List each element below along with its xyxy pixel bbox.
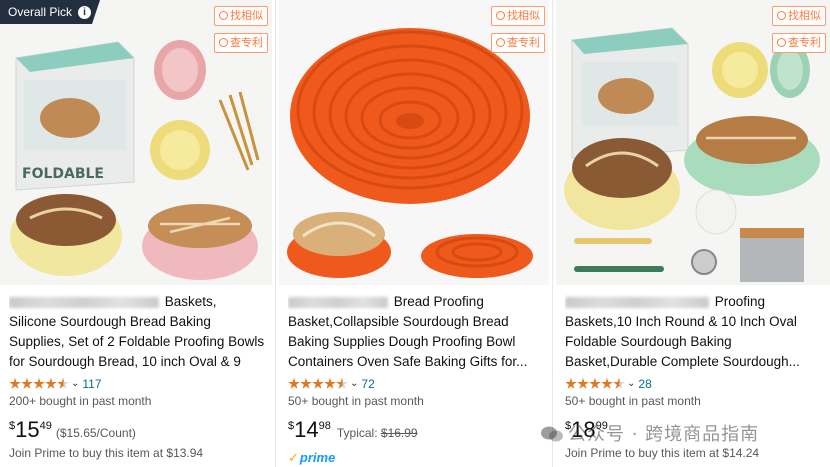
star-icon <box>312 377 324 389</box>
star-rating-1[interactable]: ⌄ 117 <box>9 376 102 392</box>
typical-label: Typical: <box>336 426 378 440</box>
blurred-text <box>9 296 159 308</box>
price-fraction: 98 <box>318 420 331 432</box>
product-image-1[interactable]: FOLDABLE Overall Pick i 找相似 查专利 <box>0 0 272 285</box>
star-icon <box>45 377 57 389</box>
price-fraction: 49 <box>39 420 52 432</box>
product-card-3[interactable]: 找相似 查专利 Proofing Baskets,10 Inch Round &… <box>556 0 830 467</box>
price-whole: 15 <box>15 417 40 442</box>
check-patent-button-3[interactable]: 查专利 <box>772 33 826 53</box>
find-similar-button-3[interactable]: 找相似 <box>772 6 826 26</box>
product-title-2[interactable]: Bread Proofing Basket,Collapsible Sourdo… <box>288 292 543 372</box>
watermark: 公众号 · 跨境商品指南 <box>540 420 759 446</box>
divider <box>552 0 553 467</box>
check-patent-button-2[interactable]: 查专利 <box>491 33 545 53</box>
find-similar-label: 找相似 <box>788 9 821 22</box>
prime-text: prime <box>299 450 336 465</box>
chevron-down-icon[interactable]: ⌄ <box>350 378 358 389</box>
typical-value: $16.99 <box>380 426 418 440</box>
star-icon <box>288 377 300 389</box>
title-rest: Baskets,10 Inch Round & 10 Inch Oval Fol… <box>565 314 800 369</box>
wechat-icon <box>541 426 563 442</box>
bought-count: 200+ bought in past month <box>9 394 152 408</box>
box-label: FOLDABLE <box>22 166 104 182</box>
chevron-down-icon[interactable]: ⌄ <box>627 378 635 389</box>
overall-pick-badge: Overall Pick i <box>0 0 100 24</box>
price-1[interactable]: $1549 ($15.65/Count) <box>9 416 136 444</box>
search-icon <box>777 11 786 20</box>
divider <box>275 0 276 467</box>
product-image-3[interactable]: 找相似 查专利 <box>556 0 830 285</box>
prime-check-icon: ✓ <box>288 450 299 465</box>
product-card-2[interactable]: 找相似 查专利 Bread Proofing Basket,Collapsibl… <box>279 0 549 467</box>
watermark-text: 公众号 · 跨境商品指南 <box>568 424 760 445</box>
product-title-1[interactable]: Baskets, Silicone Sourdough Bread Baking… <box>9 292 266 372</box>
unit-price: ($15.65/Count) <box>55 426 136 440</box>
typical-price: Typical: $16.99 <box>337 426 418 440</box>
patent-icon <box>777 38 786 47</box>
blurred-text <box>565 296 709 308</box>
prime-logo: ✓prime <box>288 450 335 466</box>
star-icon <box>589 377 601 389</box>
check-patent-label: 查专利 <box>230 36 263 49</box>
price-symbol: $ <box>9 420 16 432</box>
search-icon <box>496 11 505 20</box>
find-similar-label: 找相似 <box>230 9 263 22</box>
prime-offer: Join Prime to buy this item at $14.24 <box>565 446 760 460</box>
half-star-icon <box>613 377 625 389</box>
star-rating-2[interactable]: ⌄ 72 <box>288 376 375 392</box>
chevron-down-icon[interactable]: ⌄ <box>71 378 79 389</box>
product-card-1[interactable]: FOLDABLE Overall Pick i 找相似 查专利 Baskets, … <box>0 0 272 467</box>
search-icon <box>219 11 228 20</box>
prime-offer: Join Prime to buy this item at $13.94 <box>9 446 204 460</box>
star-icon <box>300 377 312 389</box>
rating-count[interactable]: 28 <box>638 377 651 391</box>
badge-label: Overall Pick <box>8 5 73 19</box>
info-icon[interactable]: i <box>78 6 92 20</box>
star-icon <box>324 377 336 389</box>
patent-icon <box>496 38 505 47</box>
bought-count: 50+ bought in past month <box>288 394 424 408</box>
title-rest: Basket,Collapsible Sourdough Bread Bakin… <box>288 314 528 369</box>
find-similar-button-1[interactable]: 找相似 <box>214 6 268 26</box>
check-patent-label: 查专利 <box>788 36 821 49</box>
star-icon <box>21 377 33 389</box>
half-star-icon <box>57 377 69 389</box>
rating-count[interactable]: 117 <box>82 377 101 391</box>
star-icon <box>577 377 589 389</box>
star-icon <box>33 377 45 389</box>
star-icon <box>565 377 577 389</box>
title-line1: Proofing <box>714 294 766 309</box>
price-whole: 14 <box>294 417 319 442</box>
check-patent-label: 查专利 <box>507 36 540 49</box>
find-similar-button-2[interactable]: 找相似 <box>491 6 545 26</box>
product-title-3[interactable]: Proofing Baskets,10 Inch Round & 10 Inch… <box>565 292 824 372</box>
star-rating-3[interactable]: ⌄ 28 <box>565 376 652 392</box>
bought-count: 50+ bought in past month <box>565 394 701 408</box>
title-line1: Bread Proofing <box>393 294 484 309</box>
check-patent-button-1[interactable]: 查专利 <box>214 33 268 53</box>
price-2[interactable]: $1498 Typical: $16.99 <box>288 416 418 444</box>
patent-icon <box>219 38 228 47</box>
half-star-icon <box>336 377 348 389</box>
find-similar-label: 找相似 <box>507 9 540 22</box>
product-image-2[interactable]: 找相似 查专利 <box>279 0 549 285</box>
rating-count[interactable]: 72 <box>361 377 374 391</box>
price-symbol: $ <box>288 420 295 432</box>
blurred-text <box>288 296 388 308</box>
star-icon <box>601 377 613 389</box>
star-icon <box>9 377 21 389</box>
